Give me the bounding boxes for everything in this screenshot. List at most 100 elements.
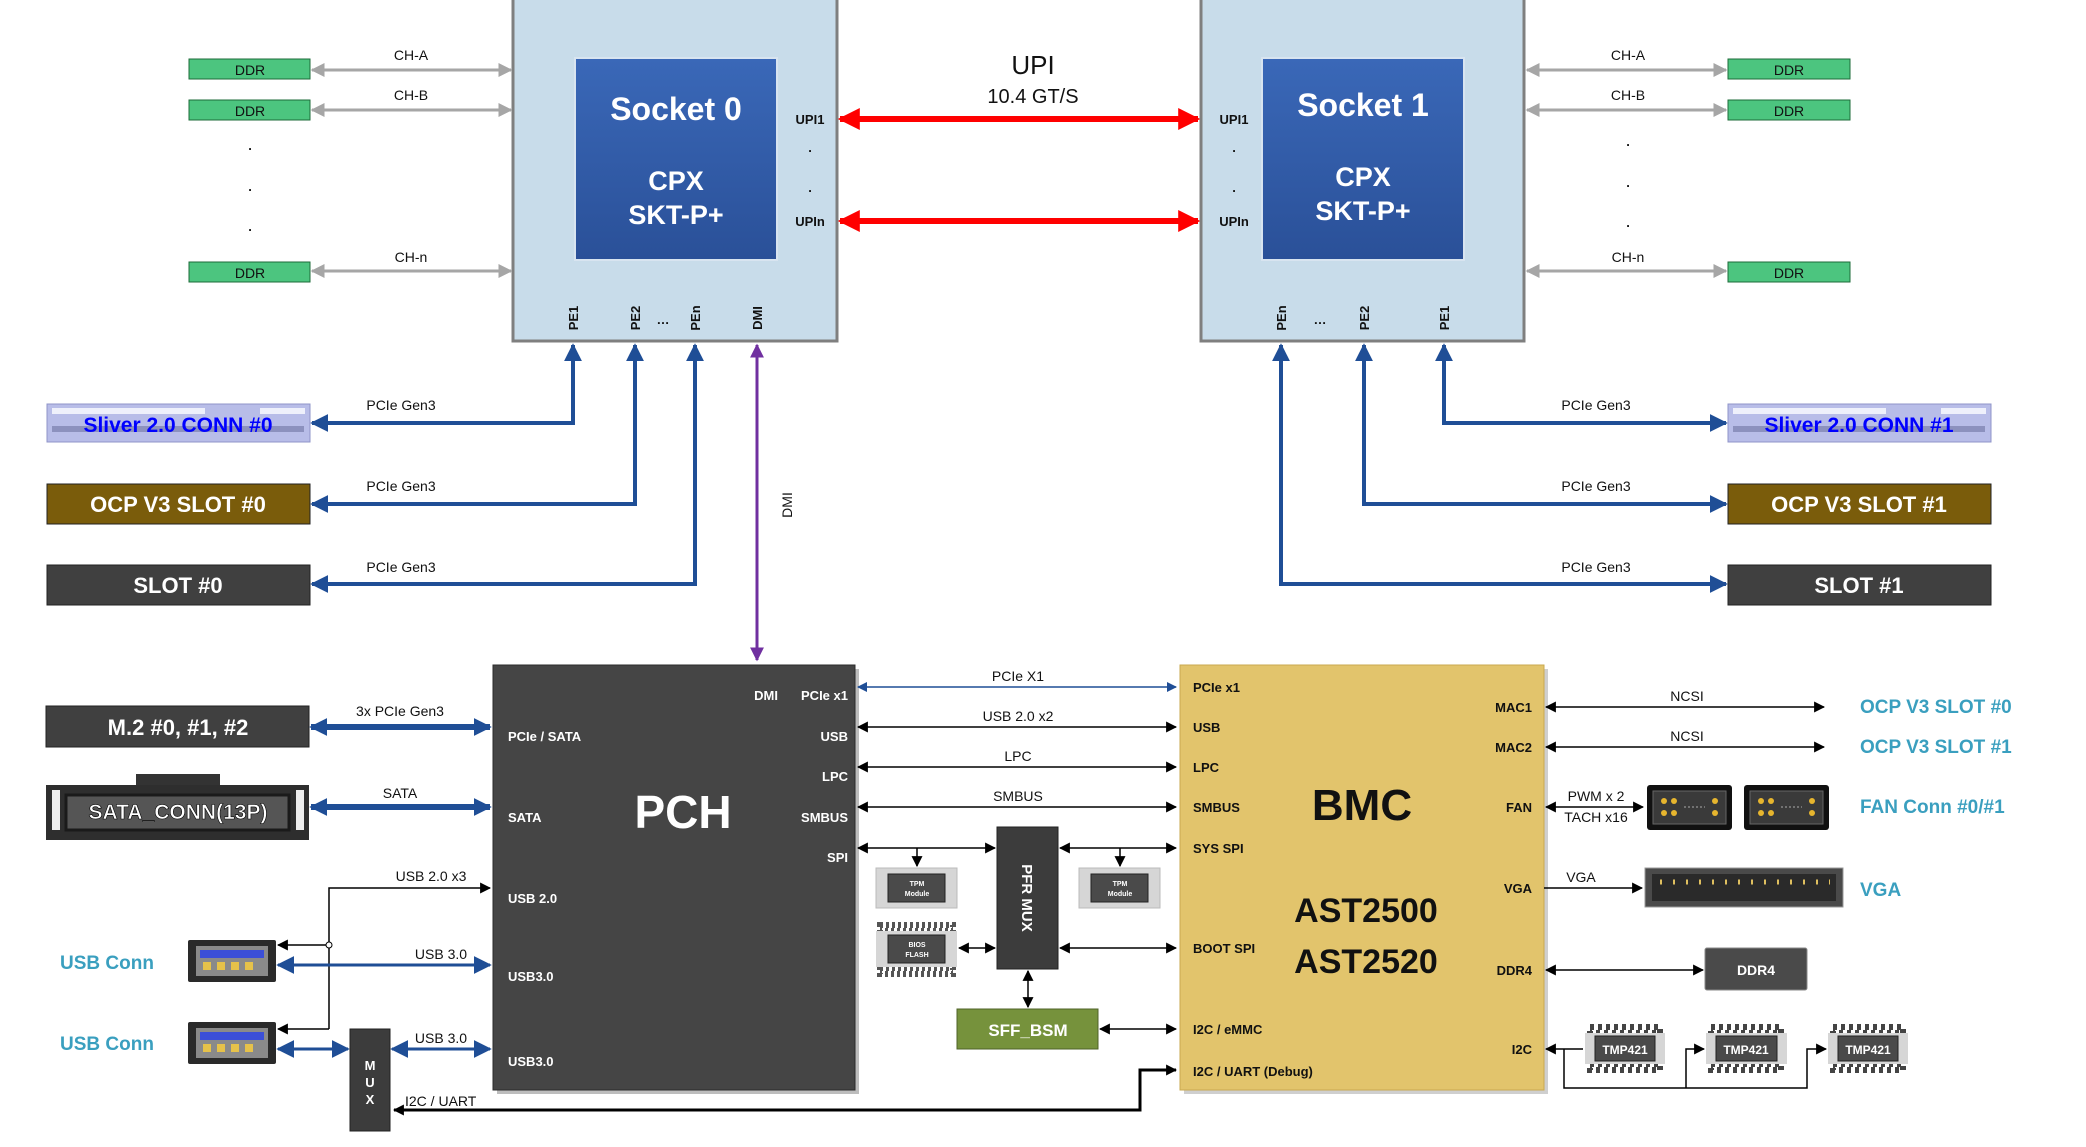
pcie-slot-1: SLOT #1 bbox=[1727, 564, 1992, 606]
dmi-link: DMI bbox=[750, 343, 795, 662]
port-label: PCIe / SATA bbox=[508, 729, 582, 744]
port-label: USB3.0 bbox=[508, 969, 554, 984]
m2-slots: M.2 #0, #1, #2 bbox=[45, 705, 310, 748]
socket-line1: CPX bbox=[648, 166, 704, 196]
bmc-peripherals: NCSI NCSI OCP V3 SLOT #0 OCP V3 SLOT #1 … bbox=[1544, 688, 2012, 1089]
dot: . bbox=[808, 180, 812, 195]
socket-1: Socket 1 CPX SKT-P+ UPI1 . . UPIn PEn … … bbox=[1199, 0, 1526, 343]
link-label: VGA bbox=[1566, 869, 1596, 885]
slot-label: SLOT #1 bbox=[1814, 573, 1903, 598]
port-label: FAN bbox=[1506, 800, 1532, 815]
socket-line2: SKT-P+ bbox=[628, 200, 723, 230]
upin-port-label: UPIn bbox=[795, 214, 825, 229]
port-label: SPI bbox=[827, 850, 848, 865]
pch-title: PCH bbox=[634, 786, 731, 838]
slot-label: Sliver 2.0 CONN #0 bbox=[83, 414, 272, 437]
bmc-model: AST2520 bbox=[1294, 943, 1438, 981]
port-label: I2C bbox=[1512, 1042, 1533, 1057]
port-label: PCIe x1 bbox=[801, 688, 848, 703]
port-label: PCIe x1 bbox=[1193, 680, 1240, 695]
link-label: PCIe Gen3 bbox=[366, 397, 435, 413]
spi-section: TPM Module TPM Module BIOS FLASH PFR MUX… bbox=[856, 826, 1178, 1050]
link-label: PCIe X1 bbox=[992, 668, 1044, 684]
fan-conn-label: FAN Conn #0/#1 bbox=[1860, 797, 2005, 818]
ocp-slot-0: OCP V3 SLOT #0 bbox=[46, 483, 311, 525]
ddr-label: DDR bbox=[1774, 103, 1804, 119]
port-label: SATA bbox=[508, 810, 542, 825]
channel-label: CH-B bbox=[1611, 87, 1645, 103]
port-label: USB3.0 bbox=[508, 1054, 554, 1069]
pe-ellipsis: … bbox=[657, 312, 670, 327]
port-label: SMBUS bbox=[1193, 800, 1240, 815]
link-label: SATA bbox=[383, 785, 418, 801]
sff-bsm: SFF_BSM bbox=[956, 1008, 1099, 1050]
mux-letter: U bbox=[365, 1075, 374, 1090]
pe1-label: PE1 bbox=[566, 306, 581, 331]
upi-label: UPI bbox=[1011, 50, 1054, 80]
tpm-module-icon: TPM Module bbox=[875, 867, 958, 909]
pe2-label: PE2 bbox=[628, 306, 643, 331]
usb-conn-label: USB Conn bbox=[60, 953, 154, 974]
ddr-label: DDR bbox=[235, 265, 265, 281]
pe2-label: PE2 bbox=[1357, 306, 1372, 331]
port-label: BOOT SPI bbox=[1193, 941, 1255, 956]
socket-title: Socket 1 bbox=[1297, 87, 1429, 123]
link-label: I2C / UART bbox=[405, 1093, 477, 1109]
usb-connector-icon bbox=[188, 940, 276, 982]
bmc-model: AST2500 bbox=[1294, 892, 1438, 930]
storage: M.2 #0, #1, #2 3x PCIe Gen3 SATA_CONN(13… bbox=[45, 703, 492, 840]
mux-letter: X bbox=[366, 1092, 375, 1107]
port-label: MAC1 bbox=[1495, 700, 1532, 715]
pcie-right: PCIe Gen3 PCIe Gen3 PCIe Gen3 Sliver 2.0… bbox=[1272, 343, 1992, 606]
sliver-conn-1: Sliver 2.0 CONN #1 bbox=[1727, 403, 1992, 443]
link-label: TACH x16 bbox=[1564, 809, 1628, 825]
tpm-text: TPM bbox=[1113, 881, 1128, 888]
bmc: BMC AST2500 AST2520 PCIe x1 USB LPC SMBU… bbox=[1179, 664, 1548, 1094]
socket-line1: CPX bbox=[1335, 162, 1391, 192]
socket-title: Socket 0 bbox=[610, 91, 742, 127]
pen-label: PEn bbox=[1274, 305, 1289, 330]
ddr4-label: DDR4 bbox=[1737, 962, 1775, 978]
port-label: SYS SPI bbox=[1193, 841, 1244, 856]
sata-connector: SATA_CONN(13P) bbox=[46, 774, 309, 840]
usb-conn-label: USB Conn bbox=[60, 1034, 154, 1055]
sata-label: SATA_CONN(13P) bbox=[89, 801, 268, 824]
link-label: NCSI bbox=[1670, 728, 1703, 744]
ddr-label: DDR bbox=[235, 62, 265, 78]
port-label: I2C / UART (Debug) bbox=[1193, 1064, 1313, 1079]
tpm-text: Module bbox=[1108, 891, 1133, 898]
socket-0: Socket 0 CPX SKT-P+ UPI1 . . UPIn PE1 PE… bbox=[511, 0, 839, 343]
ocp-target-label: OCP V3 SLOT #1 bbox=[1860, 737, 2012, 758]
port-label: I2C / eMMC bbox=[1193, 1022, 1263, 1037]
tpm-text: Module bbox=[905, 891, 930, 898]
slot-label: Sliver 2.0 CONN #1 bbox=[1764, 414, 1953, 437]
usb-mux: M U X bbox=[349, 1028, 391, 1132]
bmc-ddr4: DDR4 bbox=[1704, 947, 1808, 991]
slot-label: OCP V3 SLOT #0 bbox=[90, 492, 266, 517]
link-label: PCIe Gen3 bbox=[366, 478, 435, 494]
tmp-label: TMP421 bbox=[1602, 1043, 1648, 1057]
tmp-label: TMP421 bbox=[1723, 1043, 1769, 1057]
link-label: 3x PCIe Gen3 bbox=[356, 703, 444, 719]
port-label: SMBUS bbox=[801, 810, 848, 825]
upi1-port-label: UPI1 bbox=[796, 112, 825, 127]
port-label: MAC2 bbox=[1495, 740, 1532, 755]
channel-label: CH-n bbox=[1612, 249, 1645, 265]
pe-ellipsis: … bbox=[1314, 312, 1327, 327]
sff-bsm-label: SFF_BSM bbox=[988, 1021, 1067, 1040]
channel-label: CH-n bbox=[395, 249, 428, 265]
vga-label: VGA bbox=[1860, 880, 1901, 901]
port-label: LPC bbox=[822, 769, 849, 784]
dot: . bbox=[1626, 215, 1630, 230]
pfr-mux-label: PFR MUX bbox=[1018, 864, 1035, 932]
vga-connector-icon bbox=[1644, 867, 1844, 908]
link-label: USB 2.0 x3 bbox=[396, 868, 467, 884]
usb-connector-icon bbox=[188, 1022, 276, 1064]
ddr-left: DDR DDR DDR . . . CH-A CH-B CH-n bbox=[188, 47, 513, 283]
link-label: PCIe Gen3 bbox=[366, 559, 435, 575]
bios-text: FLASH bbox=[905, 952, 928, 959]
port-label: LPC bbox=[1193, 760, 1220, 775]
slot-label: OCP V3 SLOT #1 bbox=[1771, 492, 1947, 517]
fan-connector-icon bbox=[1744, 785, 1829, 830]
block-diagram: Socket 0 CPX SKT-P+ UPI1 . . UPIn PE1 PE… bbox=[45, 0, 2012, 1132]
